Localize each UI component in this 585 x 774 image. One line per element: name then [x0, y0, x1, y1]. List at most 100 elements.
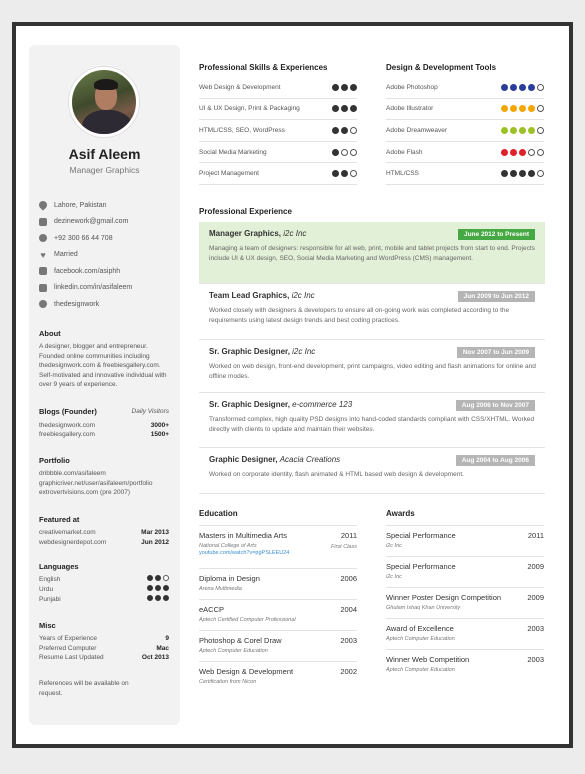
level-dot-filled: [332, 148, 339, 156]
misc-section: Misc Years of Experience 9 Preferred Comp…: [39, 621, 169, 663]
facebook-icon: [39, 267, 47, 276]
level-dot-empty: [537, 105, 544, 113]
award-item: Award of Excellence 2003 Aptech Computer…: [386, 619, 544, 650]
skills-heading: Professional Skills & Experiences: [199, 63, 328, 72]
references-note: References will be available on request.: [39, 680, 129, 697]
tool-row: HTML/CSS: [386, 163, 544, 185]
level-dot-filled: [332, 83, 339, 91]
language-level-dots: [147, 575, 169, 585]
profile-name: Asif Aleem: [68, 146, 141, 162]
job-title: Manager Graphics,: [209, 229, 282, 238]
education-institution: Aptech Certified Computer Professional: [199, 617, 296, 623]
heart-icon: ♥: [40, 249, 46, 260]
level-dot-empty: [341, 148, 348, 156]
award-year: 2009: [527, 593, 544, 602]
level-dot-filled: [341, 83, 348, 91]
portfolio-link[interactable]: dribbble.com/asifaleem: [39, 469, 169, 479]
award-item: Winner Web Competition 2003 Aptech Compu…: [386, 650, 544, 681]
level-dot-filled: [528, 105, 535, 113]
level-dot-filled: [501, 83, 508, 91]
tool-level-dots: [501, 148, 544, 156]
level-dot-empty: [537, 83, 544, 91]
about-text: A designer, blogger and entrepreneur. Fo…: [39, 343, 167, 388]
job-title: Graphic Designer,: [209, 455, 278, 464]
language-level-dots: [147, 585, 169, 595]
sidebar: Asif Aleem Manager Graphics Lahore, Paki…: [29, 45, 180, 725]
level-dot-empty: [528, 148, 535, 156]
contact-marital: ♥ Married: [40, 249, 78, 260]
job-company: e-commerce 123: [292, 400, 353, 409]
level-dot-filled: [510, 105, 517, 113]
tool-level-dots: [501, 83, 544, 91]
award-name: Special Performance: [386, 562, 456, 571]
blog-row: freebiesgallery.com 1500+: [39, 431, 169, 438]
featured-heading: Featured at: [39, 515, 80, 524]
level-dot-filled: [147, 595, 153, 601]
job-company: i2c Inc: [283, 229, 307, 238]
education-item: Masters in Multimedia Arts 2011 National…: [199, 526, 357, 569]
tool-level-dots: [501, 126, 544, 134]
education-grade: First Class: [331, 544, 357, 550]
level-dot-filled: [510, 148, 517, 156]
tool-row: Adobe Photoshop: [386, 77, 544, 99]
blogs-section: Blogs (Founder) Daily Visitors thedesignw…: [39, 407, 169, 440]
award-issuer: Aptech Computer Education: [386, 636, 455, 642]
tool-row: Adobe Illustrator: [386, 99, 544, 121]
award-issuer: i2c Inc: [386, 574, 402, 580]
skill-row: HTML/CSS, SEO, WordPress: [199, 120, 357, 142]
job-period-badge: Jun 2009 to Jun 2012: [457, 291, 535, 302]
job-period-badge: Nov 2007 to Jun 2009: [456, 347, 535, 358]
level-dot-filled: [163, 585, 169, 591]
education-name: Web Design & Development: [199, 667, 294, 676]
award-year: 2003: [527, 624, 544, 633]
blog-row: thedesignwork.com 3000+: [39, 421, 169, 429]
language-row: Urdu: [39, 585, 169, 595]
job-company: i2c Inc: [292, 347, 316, 356]
job-title: Sr. Graphic Designer,: [209, 347, 290, 356]
languages-heading: Languages: [39, 562, 79, 571]
level-dot-filled: [510, 83, 517, 91]
education-name: Photoshop & Corel Draw: [199, 636, 282, 645]
skype-icon: [39, 300, 47, 309]
experience-item: Manager Graphics, i2c Inc June 2012 to P…: [199, 222, 545, 284]
award-issuer: i2c Inc: [386, 543, 402, 549]
level-dot-filled: [510, 126, 517, 134]
portfolio-link[interactable]: graphicriver.net/user/asifaleem/portfoli…: [39, 479, 169, 489]
education-link[interactable]: youtube.com/watch?v=pgPSLEEU24: [199, 550, 357, 556]
level-dot-filled: [155, 595, 161, 601]
level-dot-filled: [341, 105, 348, 113]
level-dot-filled: [155, 585, 161, 591]
skill-row: Project Management: [199, 163, 357, 185]
misc-row: Years of Experience 9: [39, 635, 169, 642]
about-section: About A designer, blogger and entreprene…: [39, 329, 169, 390]
level-dot-filled: [341, 170, 348, 178]
level-dot-filled: [501, 148, 508, 156]
level-dot-empty: [537, 148, 544, 156]
level-dot-filled: [510, 170, 517, 178]
skill-level-dots: [332, 170, 357, 178]
skill-row: Web Design & Development: [199, 77, 357, 99]
portfolio-link[interactable]: extrovertvisions.com (pre 2007): [39, 488, 169, 498]
job-description: Worked on corporate identity, flash anim…: [209, 471, 464, 478]
job-period-badge: June 2012 to Present: [457, 229, 535, 240]
skill-row: Social Media Marketing: [199, 142, 357, 164]
contact-email[interactable]: dezinework@gmail.com: [39, 214, 174, 231]
featured-section: Featured at creativemarket.com Mar 2013 w…: [39, 515, 169, 547]
contact-linkedin[interactable]: linkedin.com/in/asifaleem: [39, 280, 174, 297]
language-row: English: [39, 575, 169, 585]
award-issuer: Ghulam Ishaq Khan University: [386, 605, 461, 611]
award-name: Winner Web Competition: [386, 655, 470, 664]
award-item: Special Performance 2009 i2c Inc: [386, 557, 544, 588]
job-company: Acacia Creations: [279, 455, 341, 464]
education-item: Diploma in Design 2006 Arena Multimedia: [199, 569, 357, 600]
tool-row: Adobe Dreamweaver: [386, 120, 544, 142]
contact-skype[interactable]: thedesignwork: [39, 296, 174, 313]
education-institution: Arena Multimedia: [199, 586, 242, 592]
contact-facebook[interactable]: facebook.com/asiphh: [39, 263, 174, 280]
profile-role: Manager Graphics: [69, 165, 140, 175]
level-dot-filled: [501, 170, 508, 178]
education-year: 2006: [340, 574, 357, 583]
skills-list: Web Design & Development UI & UX Design,…: [199, 77, 357, 185]
misc-row: Resume Last Updated Oct 2013: [39, 654, 169, 661]
contact-phone: +92 300 66 44 708: [39, 230, 174, 247]
